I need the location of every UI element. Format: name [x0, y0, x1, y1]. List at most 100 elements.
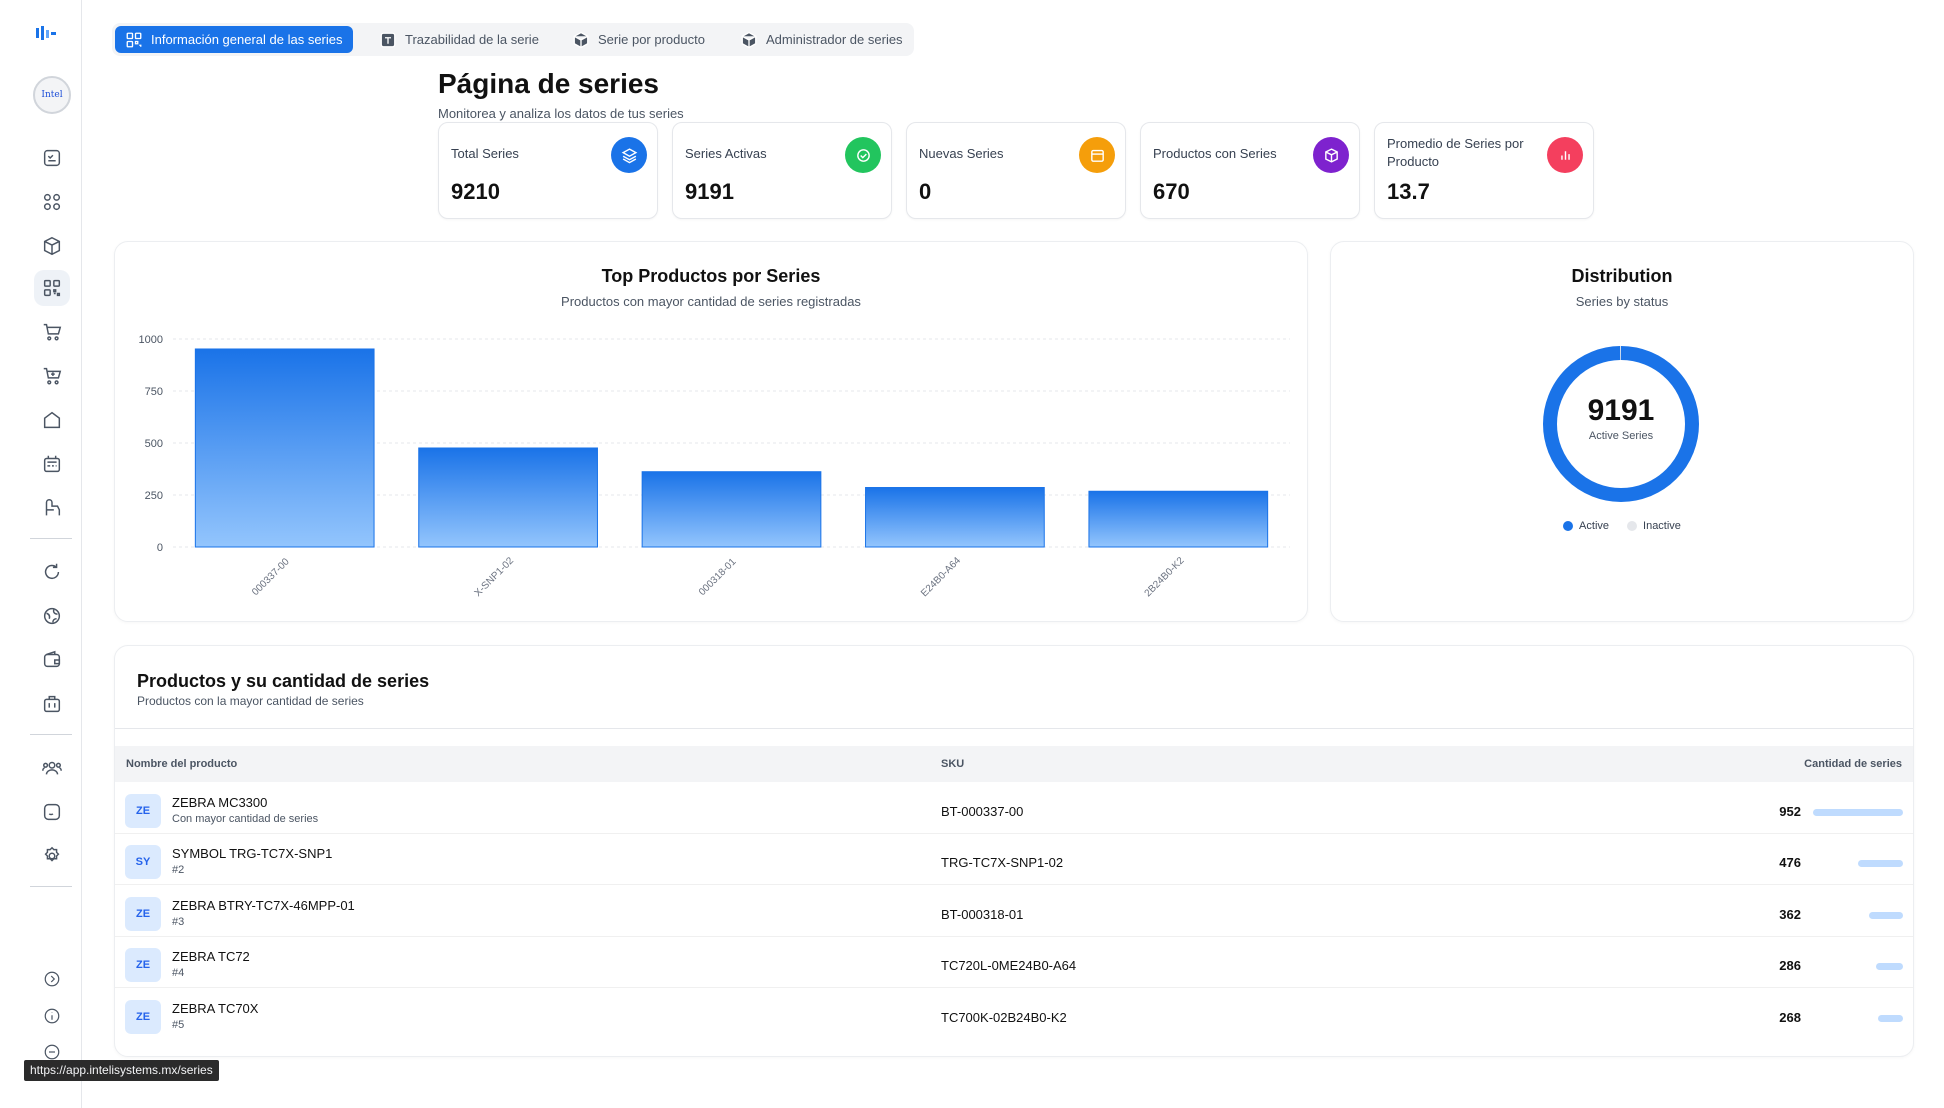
tab-informacion-general[interactable]: Información general de las series	[115, 26, 353, 53]
table-row[interactable]: ZE ZEBRA MC3300 Con mayor cantidad de se…	[115, 783, 1913, 834]
product-sku: TRG-TC7X-SNP1-02	[941, 855, 1064, 870]
stat-label: Total Series	[451, 146, 519, 161]
tab-bar: Información general de las series Trazab…	[112, 23, 914, 56]
y-tick-label: 250	[145, 490, 163, 502]
product-badge: ZE	[125, 794, 161, 828]
table-subtitle: Productos con la mayor cantidad de serie…	[137, 694, 364, 708]
register-icon[interactable]	[34, 446, 70, 482]
legend-label: Active	[1579, 520, 1610, 532]
stat-card-nuevas-series: Nuevas Series 0	[906, 122, 1126, 219]
layers-icon	[611, 137, 647, 173]
refresh-icon[interactable]	[34, 554, 70, 590]
product-badge: ZE	[125, 897, 161, 931]
package-icon	[573, 31, 589, 48]
bar-chart-panel: Top Productos por Series Productos con m…	[114, 241, 1308, 622]
table-divider	[115, 728, 1913, 729]
tab-label: Información general de las series	[151, 32, 343, 47]
count-bar	[1876, 963, 1903, 970]
globe-icon[interactable]	[34, 598, 70, 634]
x-tick-label: 2B24B0-K2	[1143, 555, 1187, 599]
qr-code-icon	[126, 32, 142, 47]
table-row[interactable]: ZE ZEBRA TC72 #4 TC720L-0ME24B0-A64 286	[115, 937, 1913, 988]
product-sku: TC720L-0ME24B0-A64	[941, 958, 1077, 973]
product-badge: ZE	[125, 1000, 161, 1034]
sidebar-divider	[30, 886, 72, 887]
checklist-icon[interactable]	[34, 140, 70, 176]
notes-icon[interactable]	[34, 794, 70, 830]
users-icon[interactable]	[34, 750, 70, 786]
y-tick-label: 500	[145, 438, 163, 450]
tab-label: Serie por producto	[598, 32, 705, 47]
y-tick-label: 0	[157, 542, 163, 554]
tab-administrador[interactable]: Administrador de series	[730, 26, 913, 53]
stat-card-series-activas: Series Activas 9191	[672, 122, 892, 219]
products-table-panel: Productos y su cantidad de series Produc…	[114, 645, 1914, 1057]
bar[interactable]	[1088, 490, 1269, 548]
delivery-icon[interactable]	[34, 490, 70, 526]
stat-card-promedio: Promedio de Series por Producto 13.7	[1374, 122, 1594, 219]
donut-legend: Active Inactive	[1331, 520, 1913, 532]
info-icon[interactable]	[34, 998, 70, 1034]
chevron-right-icon[interactable]	[34, 961, 70, 997]
table-row[interactable]: SY SYMBOL TRG-TC7X-SNP1 #2 TRG-TC7X-SNP1…	[115, 834, 1913, 885]
legend-item-active[interactable]: Active	[1563, 520, 1609, 532]
box-icon	[380, 32, 396, 47]
product-name: SYMBOL TRG-TC7X-SNP1	[172, 846, 333, 861]
product-count: 286	[1779, 958, 1801, 973]
table-header: Nombre del producto SKU Cantidad de seri…	[115, 746, 1913, 782]
tab-serie-por-producto[interactable]: Serie por producto	[562, 26, 715, 53]
count-bar	[1813, 809, 1903, 816]
bar-chart-icon	[1547, 137, 1583, 173]
bar[interactable]	[418, 447, 598, 548]
tab-trazabilidad[interactable]: Trazabilidad de la serie	[369, 26, 549, 53]
product-rank: Con mayor cantidad de series	[172, 813, 319, 825]
cart-icon[interactable]	[34, 314, 70, 350]
cart-add-icon[interactable]	[34, 358, 70, 394]
bar[interactable]	[194, 348, 375, 548]
calendar-icon	[1079, 137, 1115, 173]
page-title: Página de series	[438, 68, 660, 99]
table-row[interactable]: ZE ZEBRA BTRY-TC7X-46MPP-01 #3 BT-000318…	[115, 886, 1913, 937]
donut-chart-panel: Distribution Series by status 9191 Activ…	[1330, 241, 1914, 622]
briefcase-icon[interactable]	[34, 686, 70, 722]
product-rank: #5	[172, 1019, 185, 1031]
bar[interactable]	[641, 471, 822, 548]
product-badge: SY	[125, 845, 161, 879]
x-tick-label: X-SNP1-02	[473, 555, 517, 599]
package-icon	[741, 31, 757, 48]
status-url: https://app.intelisystems.mx/series	[24, 1060, 219, 1081]
product-count: 362	[1779, 907, 1801, 922]
column-header-sku[interactable]: SKU	[941, 758, 964, 770]
brand-logo[interactable]	[36, 26, 58, 40]
sidebar-divider	[30, 734, 72, 735]
table-title: Productos y su cantidad de series	[137, 671, 430, 691]
donut-chart-subtitle: Series by status	[1575, 294, 1669, 309]
wallet-icon[interactable]	[34, 642, 70, 678]
donut-chart-title: Distribution	[1571, 266, 1673, 286]
box-icon[interactable]	[34, 228, 70, 264]
avatar[interactable]: Intel	[33, 76, 71, 114]
count-bar	[1877, 1015, 1903, 1022]
product-rank: #2	[172, 864, 185, 876]
legend-item-inactive[interactable]: Inactive	[1627, 520, 1681, 532]
tab-label: Administrador de series	[766, 32, 903, 47]
check-circle-icon	[845, 137, 881, 173]
home-icon[interactable]	[34, 402, 70, 438]
table-row[interactable]: ZE ZEBRA TC70X #5 TC700K-02B24B0-K2 268	[115, 989, 1913, 1040]
bar[interactable]	[865, 487, 1045, 548]
product-rank: #4	[172, 967, 185, 979]
product-name: ZEBRA BTRY-TC7X-46MPP-01	[172, 898, 355, 913]
legend-label: Inactive	[1643, 520, 1681, 532]
sidebar: Intel	[0, 0, 82, 1108]
avatar-text: Intel	[41, 90, 63, 100]
column-header-cantidad[interactable]: Cantidad de series	[1804, 758, 1902, 770]
legend-dot-active	[1563, 521, 1574, 531]
column-header-nombre[interactable]: Nombre del producto	[126, 758, 237, 770]
sidebar-divider	[30, 538, 72, 539]
settings-icon[interactable]	[34, 838, 70, 874]
grid-icon[interactable]	[34, 184, 70, 220]
qr-code-icon[interactable]	[34, 270, 70, 306]
donut-chart: 9191 Active Series	[1541, 344, 1701, 504]
stat-value: 9191	[685, 179, 734, 204]
legend-dot-inactive	[1627, 521, 1638, 531]
